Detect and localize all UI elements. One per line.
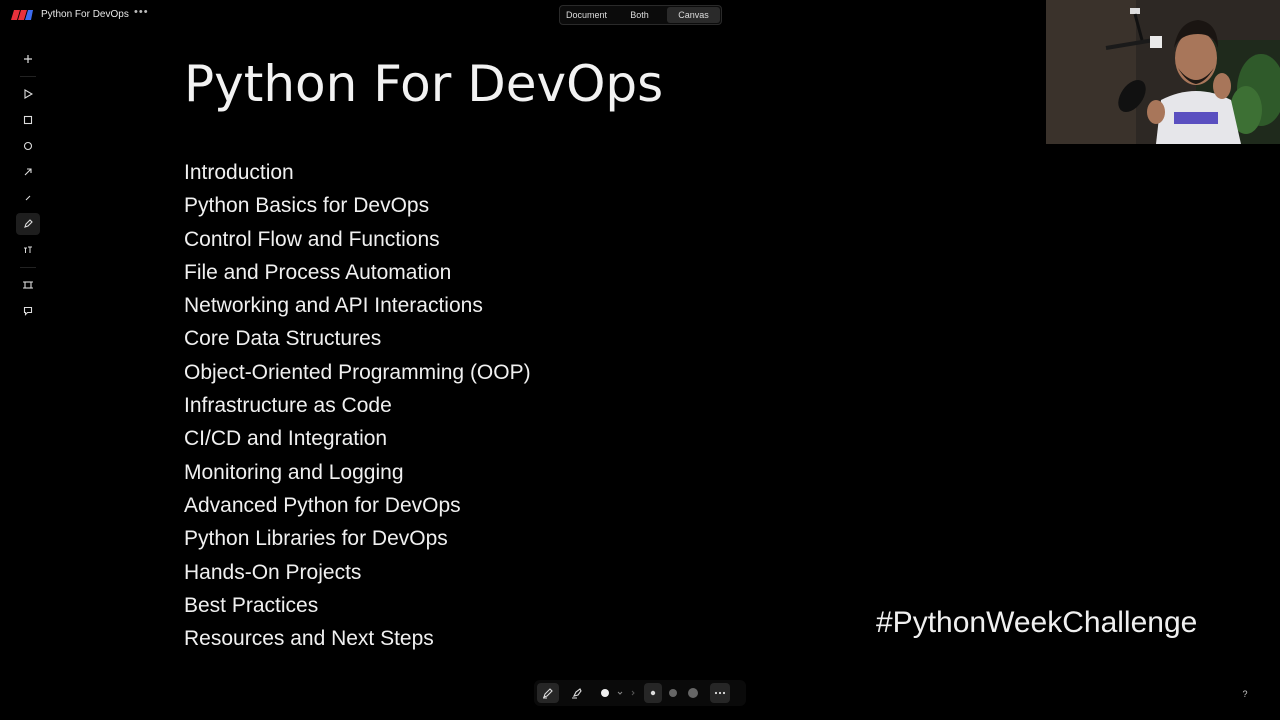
pointer-icon[interactable]	[16, 83, 40, 105]
list-item: Python Basics for DevOps	[184, 194, 430, 218]
frame-icon[interactable]	[16, 274, 40, 296]
view-toggle: Document Both Canvas	[559, 5, 722, 25]
pencil-icon[interactable]	[16, 213, 40, 235]
stroke-small-icon[interactable]	[644, 683, 662, 703]
view-canvas-button[interactable]: Canvas	[667, 7, 720, 23]
help-button[interactable]: ?	[1236, 685, 1254, 703]
ellipse-icon[interactable]	[16, 135, 40, 157]
list-item: CI/CD and Integration	[184, 427, 388, 451]
app-title: Python For DevOps	[41, 9, 129, 20]
list-item: Control Flow and Functions	[184, 227, 440, 251]
list-item: Infrastructure as Code	[184, 394, 392, 418]
topic-list: Introduction Python Basics for DevOps Co…	[184, 156, 531, 655]
list-item: Best Practices	[184, 593, 319, 617]
add-icon[interactable]	[16, 48, 40, 70]
arrow-icon[interactable]	[16, 161, 40, 183]
highlighter-icon[interactable]	[566, 683, 588, 703]
rectangle-icon[interactable]	[16, 109, 40, 131]
chevron-down-icon[interactable]	[614, 683, 626, 703]
toolbar-divider	[20, 76, 36, 77]
comment-icon[interactable]	[16, 300, 40, 322]
slide-title: Python For DevOps	[184, 55, 664, 113]
app-logo	[11, 10, 33, 20]
presenter-video	[1046, 0, 1280, 144]
pen-icon[interactable]	[537, 683, 559, 703]
list-item: Networking and API Interactions	[184, 294, 483, 318]
stroke-large-icon[interactable]	[684, 683, 702, 703]
line-icon[interactable]	[16, 187, 40, 209]
list-item: File and Process Automation	[184, 260, 452, 284]
view-document-button[interactable]: Document	[560, 6, 613, 24]
hashtag-text: #PythonWeekChallenge	[876, 606, 1198, 639]
list-item: Monitoring and Logging	[184, 460, 404, 484]
webcam-overlay	[1046, 0, 1280, 144]
list-item: Resources and Next Steps	[184, 627, 434, 651]
list-item: Hands-On Projects	[184, 560, 362, 584]
color-dot-icon[interactable]	[596, 683, 614, 703]
list-item: Introduction	[184, 161, 294, 184]
text-icon[interactable]	[16, 239, 40, 261]
list-item: Object-Oriented Programming (OOP)	[184, 360, 531, 384]
list-item: Advanced Python for DevOps	[184, 493, 461, 517]
list-item: Python Libraries for DevOps	[184, 527, 448, 551]
more-options-icon[interactable]: •••	[134, 6, 149, 18]
view-both-button[interactable]: Both	[613, 6, 666, 24]
toolbar-divider-arrow	[628, 683, 638, 703]
stroke-medium-icon[interactable]	[664, 683, 682, 703]
list-item: Core Data Structures	[184, 327, 382, 351]
toolbar-divider	[20, 267, 36, 268]
more-icon[interactable]	[710, 683, 730, 703]
drawing-toolbar	[534, 680, 746, 706]
